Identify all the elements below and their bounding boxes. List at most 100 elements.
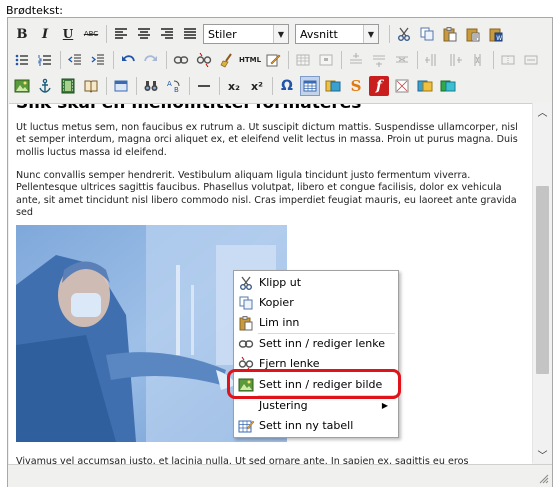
anchor-button[interactable] — [35, 76, 55, 96]
menu-item-label: Lim inn — [259, 316, 300, 329]
template-button[interactable] — [392, 76, 412, 96]
toolbar-row-3: AB x₂ x² Ω S f — [12, 74, 461, 98]
styles-select[interactable]: Stiler ▼ — [203, 24, 289, 44]
outdent-button[interactable] — [65, 50, 85, 70]
bullet-list-button[interactable] — [12, 50, 32, 70]
toolbar-separator — [136, 77, 137, 95]
indent-button[interactable] — [88, 50, 108, 70]
toolbar-separator — [288, 51, 289, 69]
align-center-icon — [138, 28, 150, 39]
superscript-label: x² — [251, 79, 263, 93]
row-after-button[interactable] — [369, 50, 389, 70]
image-button[interactable] — [12, 76, 32, 96]
subscript-button[interactable]: x₂ — [224, 76, 244, 96]
underline-button[interactable]: U — [58, 24, 78, 44]
subscript-label: x₂ — [228, 79, 240, 93]
vertical-scrollbar[interactable]: ︿ ﹀ — [532, 103, 552, 463]
superscript-button[interactable]: x² — [247, 76, 267, 96]
edit-css-button[interactable] — [263, 50, 283, 70]
toolbar-row-1: B I U ABC Stiler ▼ Avsnitt ▼ W — [12, 22, 509, 46]
row-before-button[interactable] — [346, 50, 366, 70]
numbered-list-button[interactable] — [35, 50, 55, 70]
menu-item-insert-link[interactable]: Sett inn / rediger lenke — [234, 333, 396, 354]
menu-item-label: Klipp ut — [259, 276, 302, 289]
link-button[interactable] — [171, 50, 191, 70]
flash-gallery-icon — [440, 80, 456, 92]
split-cells-icon — [501, 55, 515, 65]
bullet-list-icon — [15, 54, 28, 66]
find-button[interactable] — [141, 76, 161, 96]
menu-item-label: Justering — [259, 399, 308, 412]
italic-label: I — [41, 26, 49, 42]
special-char-button[interactable]: Ω — [277, 76, 297, 96]
unlink-button[interactable] — [194, 50, 214, 70]
table-button[interactable] — [300, 76, 320, 96]
cut-button[interactable] — [394, 24, 414, 44]
undo-button[interactable] — [118, 50, 138, 70]
omega-label: Ω — [281, 78, 293, 94]
flash-gallery-button[interactable] — [438, 76, 458, 96]
paragraph-2: Nunc convallis semper hendrerit. Vestibu… — [16, 170, 517, 218]
resize-grip-icon[interactable] — [539, 474, 549, 484]
delete-row-button[interactable] — [392, 50, 412, 70]
scroll-up-icon[interactable]: ︿ — [533, 103, 552, 120]
merge-cells-button[interactable] — [521, 50, 541, 70]
paragraph-select[interactable]: Avsnitt ▼ — [295, 24, 379, 44]
cell-props-icon — [319, 54, 333, 66]
media-button[interactable] — [58, 76, 78, 96]
delete-row-icon — [396, 56, 408, 63]
styles-select-value: Stiler — [208, 27, 237, 41]
scroll-down-icon[interactable]: ﹀ — [533, 446, 552, 463]
table-props-button[interactable] — [293, 50, 313, 70]
replace-button[interactable]: AB — [164, 76, 184, 96]
film-icon — [61, 78, 75, 94]
col-after-button[interactable] — [445, 50, 465, 70]
book-button[interactable] — [81, 76, 101, 96]
clipboard-icon — [443, 27, 457, 42]
menu-item-label: Kopier — [259, 296, 294, 309]
flash-button[interactable]: f — [369, 76, 389, 96]
spellcheck-button[interactable]: S — [346, 76, 366, 96]
cleanup-button[interactable] — [217, 50, 237, 70]
copy-button[interactable] — [417, 24, 437, 44]
cell-props-button[interactable] — [316, 50, 336, 70]
menu-item-copy[interactable]: Kopier — [234, 292, 396, 313]
delete-col-button[interactable] — [468, 50, 488, 70]
toolbar-separator — [113, 51, 114, 69]
menu-item-insert-table[interactable]: Sett inn ny tabell — [234, 415, 396, 436]
row-before-icon — [350, 53, 362, 64]
align-right-button[interactable] — [157, 24, 177, 44]
chevron-down-icon: ▼ — [273, 25, 288, 43]
align-justify-button[interactable] — [180, 24, 200, 44]
scrollbar-thumb[interactable] — [536, 186, 549, 374]
window-button[interactable] — [111, 76, 131, 96]
gallery2-button[interactable] — [415, 76, 435, 96]
table-icon — [303, 80, 317, 92]
menu-item-paste[interactable]: Lim inn — [234, 312, 396, 333]
split-cells-button[interactable] — [498, 50, 518, 70]
align-center-button[interactable] — [134, 24, 154, 44]
gallery-button[interactable] — [323, 76, 343, 96]
editor-toolbar: B I U ABC Stiler ▼ Avsnitt ▼ W HTML A B … — [8, 18, 552, 102]
paste-button[interactable] — [440, 24, 460, 44]
toolbar-separator — [166, 51, 167, 69]
submenu-arrow-icon: ▶ — [381, 401, 388, 410]
unlink-icon — [196, 52, 212, 68]
horizontal-rule-button[interactable] — [194, 76, 214, 96]
redo-button[interactable] — [141, 50, 161, 70]
svg-text:B: B — [174, 86, 179, 94]
paste-text-button[interactable] — [463, 24, 483, 44]
html-label: HTML — [238, 56, 262, 64]
bold-button[interactable]: B — [12, 24, 32, 44]
align-left-button[interactable] — [111, 24, 131, 44]
col-before-button[interactable] — [422, 50, 442, 70]
strikethrough-button[interactable]: ABC — [81, 24, 101, 44]
menu-item-cut[interactable]: Klipp ut — [234, 272, 396, 293]
html-source-button[interactable]: HTML — [238, 50, 262, 70]
svg-text:W: W — [496, 35, 502, 42]
delete-col-icon — [474, 54, 481, 66]
paste-text-icon — [466, 28, 480, 42]
align-left-icon — [115, 28, 127, 39]
italic-button[interactable]: I — [35, 24, 55, 44]
paste-word-button[interactable]: W — [486, 24, 506, 44]
